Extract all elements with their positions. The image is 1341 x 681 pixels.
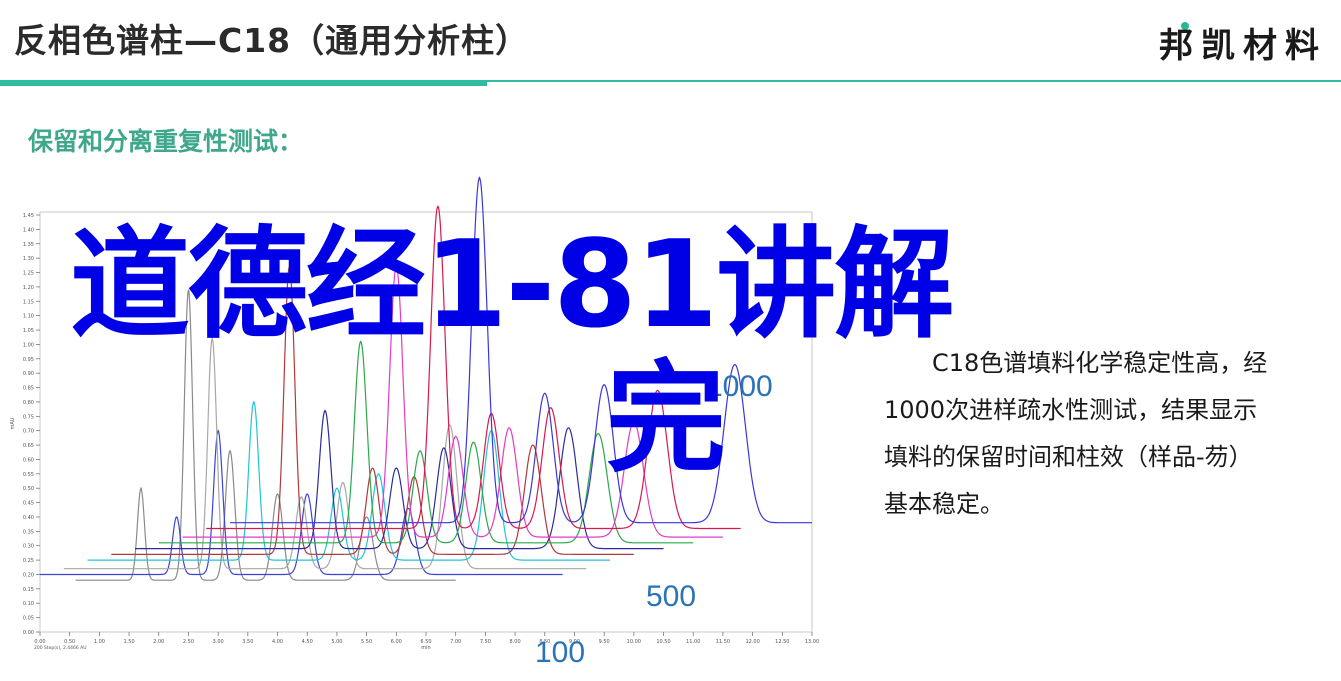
y-tick-label: 0.85 — [23, 386, 34, 392]
x-tick-label: 5.50 — [361, 639, 372, 645]
injection-count-label: 100 — [535, 636, 585, 669]
y-tick-label: 0.10 — [23, 601, 34, 607]
x-tick-label: 4.00 — [272, 639, 283, 645]
y-tick-label: 0.55 — [23, 472, 34, 478]
y-tick-label: 1.35 — [23, 242, 34, 248]
y-tick-label: 0.50 — [23, 486, 34, 492]
x-tick-label: 1.50 — [124, 639, 135, 645]
x-tick-label: 6.00 — [391, 639, 402, 645]
y-tick-label: 1.30 — [23, 256, 34, 262]
y-tick-label: 0.95 — [23, 357, 34, 363]
x-tick-label: 3.00 — [213, 639, 224, 645]
x-tick-label: 10.50 — [656, 639, 670, 645]
y-tick-label: 0.00 — [23, 630, 34, 636]
y-axis-label: mAU — [10, 417, 16, 429]
y-tick-label: 1.15 — [23, 299, 34, 305]
y-tick-label: 0.05 — [23, 616, 34, 622]
x-tick-label: 12.00 — [745, 639, 759, 645]
y-tick-label: 0.45 — [23, 501, 34, 507]
x-tick-label: 7.50 — [480, 639, 491, 645]
y-tick-label: 1.40 — [23, 227, 34, 233]
overlay-heading-cont: 完 — [606, 350, 726, 489]
y-tick-label: 1.20 — [23, 285, 34, 291]
x-tick-label: 12.50 — [775, 639, 789, 645]
y-tick-label: 1.10 — [23, 314, 34, 320]
chromatogram-trace-3 — [63, 336, 587, 570]
y-tick-label: 0.80 — [23, 400, 34, 406]
description-paragraph: C18色谱填料化学稳定性高，经1000次进样疏水性测试，结果显示填料的保留时间和… — [884, 349, 1268, 518]
x-tick-label: 13.00 — [805, 639, 819, 645]
chart-footer: 200 Step(s), 2.4466 AU — [34, 645, 87, 651]
x-tick-label: 4.50 — [302, 639, 313, 645]
x-tick-label: 11.50 — [716, 639, 730, 645]
x-tick-label: 2.00 — [153, 639, 164, 645]
x-tick-label: 1.00 — [94, 639, 105, 645]
x-axis-label: min — [421, 645, 430, 651]
y-tick-label: 0.20 — [23, 572, 34, 578]
x-tick-label: 0.00 — [34, 639, 45, 645]
x-tick-label: 2.50 — [183, 639, 194, 645]
x-tick-label: 5.00 — [331, 639, 342, 645]
y-tick-label: 0.65 — [23, 443, 34, 449]
x-tick-label: 9.50 — [599, 639, 610, 645]
overlay-heading: 道德经1-81讲解 — [70, 216, 954, 355]
injection-count-label: 500 — [646, 580, 696, 613]
y-tick-label: 0.35 — [23, 529, 34, 535]
y-tick-label: 1.05 — [23, 328, 34, 334]
x-tick-label: 3.50 — [242, 639, 253, 645]
y-tick-label: 0.25 — [23, 558, 34, 564]
y-tick-label: 1.00 — [23, 342, 34, 348]
x-tick-label: 8.00 — [510, 639, 521, 645]
y-tick-label: 0.15 — [23, 587, 34, 593]
x-tick-label: 7.00 — [450, 639, 461, 645]
description-text: C18色谱填料化学稳定性高，经1000次进样疏水性测试，结果显示填料的保留时间和… — [884, 340, 1274, 528]
x-tick-label: 11.00 — [686, 639, 700, 645]
x-tick-label: 0.50 — [64, 639, 75, 645]
y-tick-label: 0.60 — [23, 457, 34, 463]
x-tick-label: 10.00 — [627, 639, 641, 645]
y-tick-label: 1.45 — [23, 213, 34, 219]
y-tick-label: 0.90 — [23, 371, 34, 377]
y-tick-label: 0.30 — [23, 544, 34, 550]
y-tick-label: 1.25 — [23, 271, 34, 277]
y-tick-label: 0.70 — [23, 429, 34, 435]
y-tick-label: 0.75 — [23, 414, 34, 420]
y-tick-label: 0.40 — [23, 515, 34, 521]
